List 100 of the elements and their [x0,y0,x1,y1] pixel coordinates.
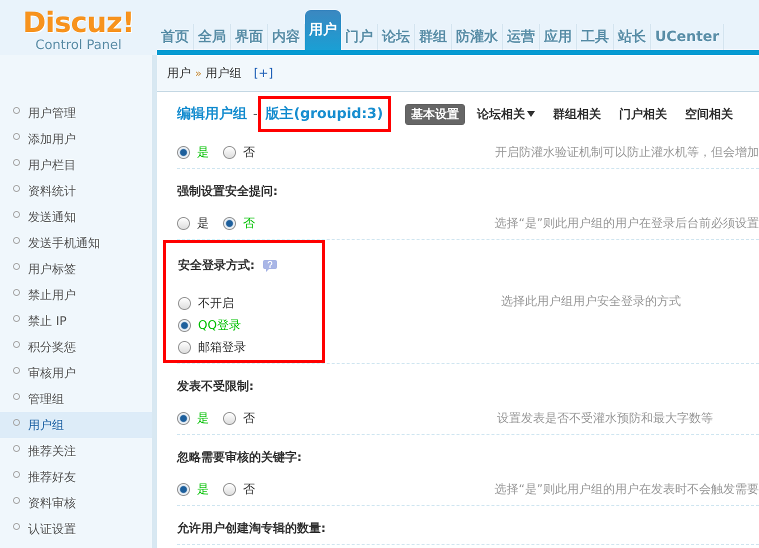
bullet-icon [13,236,20,244]
sidebar-item-label: 管理组 [28,390,64,408]
radio-button[interactable] [223,216,236,230]
help-icon[interactable] [262,258,277,272]
sidebar-item[interactable]: 添加用户 [0,126,152,152]
radio-button[interactable] [178,319,191,332]
option-label: 否 [243,410,255,426]
radio-option[interactable]: 邮箱登录 [178,339,322,356]
setting-description: 开启防灌水验证机制可以防止灌水机等，但会增加 [495,144,759,160]
sidebar-item[interactable]: 审核用户 [0,360,152,386]
setting-label: 发表不受限制: [177,378,254,394]
sidebar-item-label: 认证设置 [28,520,76,538]
setting-description: 选择此用户组用户安全登录的方式 [501,293,681,310]
option-label: 否 [243,480,255,498]
sidebar-item-label: 添加用户 [28,130,76,148]
bullet-icon [13,262,20,270]
sidebar-item-label: 用户管理 [28,104,76,122]
bullet-icon [13,418,20,426]
bullet-icon [13,314,20,322]
bullet-icon [13,184,20,192]
setting-description: 选择“是”则此用户组的用户在登录后台前必须设置 [494,214,759,232]
sidebar-item-label: 用户标签 [28,260,76,278]
setting-label: 忽略需要审核的关键字: [177,448,302,466]
bullet-icon [13,444,20,452]
page-title: 编辑用户组 [177,105,247,123]
sidebar-item[interactable]: 推荐关注 [0,438,152,464]
radio-button[interactable] [178,341,191,354]
bullet-icon [13,470,20,478]
sidebar-item-label: 资料统计 [28,182,76,200]
sidebar-item[interactable]: 用户标签 [0,256,152,282]
section-tab[interactable]: 空间相关 [679,104,740,124]
radio-button[interactable] [223,146,236,158]
bullet-icon [13,106,20,114]
sidebar-item[interactable]: 用户管理 [0,100,152,126]
radio-button[interactable] [223,482,236,496]
breadcrumb-separator: » [195,66,202,80]
sidebar-item[interactable]: 资料统计 [0,178,152,204]
option-label: 是 [197,480,209,498]
sidebar-item[interactable]: 推荐好友 [0,464,152,490]
bullet-icon [13,496,20,504]
sidebar-item-label: 用户栏目 [28,156,76,174]
radio-option[interactable]: 否 [223,410,255,426]
radio-button[interactable] [177,412,190,424]
radio-button[interactable] [223,412,236,424]
sidebar-item-label: 推荐关注 [28,442,76,460]
sidebar-item-label: 审核用户 [28,364,76,382]
section-tab[interactable]: 门户相关 [613,104,674,124]
sidebar-item[interactable]: 积分奖惩 [0,334,152,360]
bullet-icon [13,210,20,218]
option-label: QQ登录 [198,317,241,334]
option-label: 否 [243,214,255,232]
option-label: 是 [197,144,209,160]
nav-tab[interactable]: 用户 [305,10,341,50]
sidebar-item[interactable]: 管理组 [0,386,152,412]
bullet-icon [13,158,20,166]
section-tab[interactable]: 基本设置 [405,104,466,124]
sidebar-item-label: 发送通知 [28,208,76,226]
sidebar-item[interactable]: 发送手机通知 [0,230,152,256]
sidebar-item[interactable]: 禁止用户 [0,282,152,308]
logo-subtitle: Control Panel [35,38,122,54]
sidebar-item[interactable]: 发送通知 [0,204,152,230]
radio-button[interactable] [177,146,190,158]
sidebar-item[interactable]: 禁止 IP [0,308,152,334]
sidebar-item-label: 发送手机通知 [28,234,100,252]
add-link[interactable]: [+] [254,66,274,80]
option-label: 是 [197,214,209,232]
radio-button[interactable] [178,297,191,310]
setting-label: 允许用户创建淘专辑的数量: [177,520,326,536]
bullet-icon [13,132,20,140]
sidebar-item-label: 禁止 IP [28,312,67,330]
sidebar-item[interactable]: 用户栏目 [0,152,152,178]
sidebar-item-label: 积分奖惩 [28,338,76,356]
bullet-icon [13,392,20,400]
option-label: 邮箱登录 [198,339,246,356]
breadcrumb-item: 用户组 [206,64,242,82]
radio-button[interactable] [177,216,190,230]
sidebar-item-label: 禁止用户 [28,286,76,304]
section-tab[interactable]: 论坛相关 [471,104,542,124]
title-separator: - [253,106,258,122]
setting-label: 安全登录方式: [178,256,255,274]
section-tab[interactable]: 群组相关 [547,104,608,124]
option-label: 是 [197,410,209,426]
sidebar-item[interactable]: 资料审核 [0,490,152,516]
sidebar-item-label: 资料审核 [28,494,76,512]
setting-description: 选择“是”则此用户组的用户在发表时不会触发需要 [494,480,759,498]
radio-option[interactable]: 不开启 [178,295,322,312]
bullet-icon [13,288,20,296]
sidebar-item-label: 用户组 [28,416,64,434]
sidebar-item[interactable]: 用户组 [0,412,152,438]
radio-option[interactable]: 否 [223,144,255,160]
bullet-icon [13,366,20,374]
setting-label: 强制设置安全提问: [177,182,278,200]
radio-option[interactable]: 否 [223,480,255,498]
radio-button[interactable] [177,482,190,496]
sidebar-item[interactable]: 认证设置 [0,516,152,542]
group-name: 版主(groupid:3) [258,96,392,132]
caret-icon [527,111,536,117]
radio-option[interactable]: 是 [177,214,209,232]
bullet-icon [13,522,20,530]
bullet-icon [13,340,20,348]
